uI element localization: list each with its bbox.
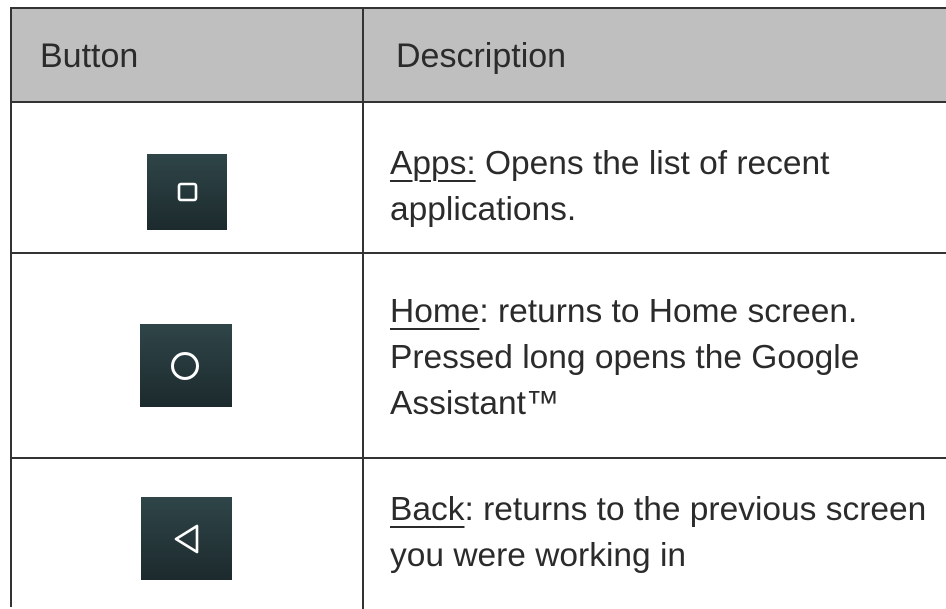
table-header-row: Button Description xyxy=(12,9,946,103)
navigation-buttons-table: Button Description Apps: Opens the list … xyxy=(10,7,946,609)
circle-icon xyxy=(171,352,199,380)
table-row: Back: returns to the previous screen you… xyxy=(12,459,946,609)
table-row: Apps: Opens the list of recent applicati… xyxy=(12,103,946,254)
apps-button xyxy=(147,154,227,230)
home-button xyxy=(140,324,232,407)
button-term: Apps: xyxy=(390,145,476,182)
triangle-left-icon xyxy=(174,524,199,554)
row-description: Apps: Opens the list of recent applicati… xyxy=(390,141,945,233)
table-row: Home: returns to Home screen. Pressed lo… xyxy=(12,254,946,459)
row-description: Back: returns to the previous screen you… xyxy=(390,487,945,579)
description-column-header: Description xyxy=(396,36,567,75)
row-description: Home: returns to Home screen. Pressed lo… xyxy=(390,289,945,427)
button-description-text: : returns to the previous screen you wer… xyxy=(390,491,927,574)
button-column-header: Button xyxy=(40,36,139,75)
column-divider xyxy=(362,9,364,609)
square-icon xyxy=(177,182,198,202)
back-button xyxy=(141,497,232,580)
button-term: Back xyxy=(390,491,465,528)
button-term: Home xyxy=(390,293,480,330)
